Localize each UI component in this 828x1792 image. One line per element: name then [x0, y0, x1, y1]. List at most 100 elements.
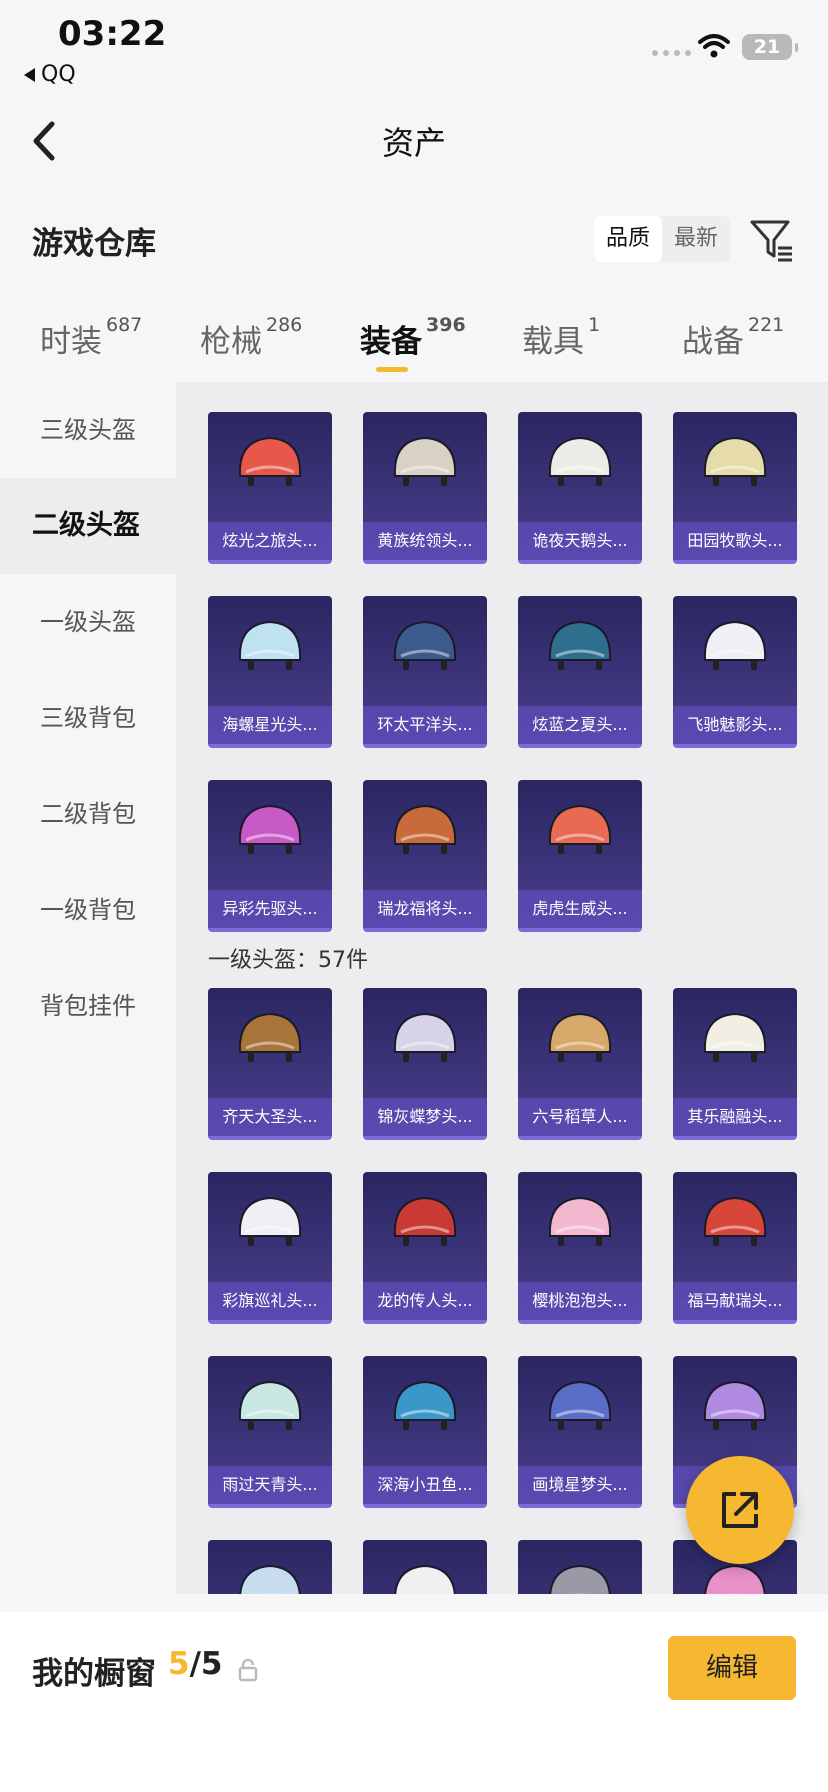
helmet-icon [393, 1380, 457, 1430]
item-card[interactable] [363, 1540, 487, 1594]
item-card[interactable]: 诡夜天鹅头... [518, 412, 642, 564]
item-card-label: 海螺星光头... [208, 706, 332, 744]
level2-helmet-grid: 炫光之旅头... 黄族统领头... 诡夜天鹅头... 田园牧歌头... 海螺星光头...… [208, 412, 820, 932]
active-tab-indicator [376, 367, 408, 372]
item-card[interactable]: 黄族统领头... [363, 412, 487, 564]
lock-icon [238, 1658, 258, 1682]
helmet-icon [548, 804, 612, 854]
showcase-title: 我的橱窗 [32, 1656, 156, 1692]
tab-gear[interactable]: 战备 221 [682, 314, 784, 361]
helmet-icon [393, 1012, 457, 1062]
item-card[interactable]: 海螺星光头... [208, 596, 332, 748]
item-card[interactable]: 锦灰蝶梦头... [363, 988, 487, 1140]
helmet-icon [393, 436, 457, 486]
item-card-label: 画境星梦头... [518, 1466, 642, 1504]
helmet-icon [238, 1380, 302, 1430]
tab-weapons[interactable]: 枪械 286 [200, 314, 302, 361]
item-card[interactable]: 飞驰魅影头... [673, 596, 797, 748]
sidebar-item-level3-backpack[interactable]: 三级背包 [0, 670, 176, 766]
sidebar-item-level3-helmet[interactable]: 三级头盔 [0, 382, 176, 478]
item-card[interactable]: 异彩先驱头... [208, 780, 332, 932]
back-to-app[interactable]: QQ [24, 62, 76, 87]
tab-equipment[interactable]: 装备 396 [360, 314, 466, 361]
item-card[interactable]: 齐天大圣头... [208, 988, 332, 1140]
sidebar-item-level2-backpack[interactable]: 二级背包 [0, 766, 176, 862]
cellular-signal-icon [652, 50, 691, 56]
helmet-icon [703, 1012, 767, 1062]
sidebar-item-backpack-charm[interactable]: 背包挂件 [0, 958, 176, 1054]
item-card[interactable]: 炫蓝之夏头... [518, 596, 642, 748]
battery-icon: 21 [742, 34, 798, 60]
sort-quality-button[interactable]: 品质 [594, 216, 662, 262]
warehouse-header: 游戏仓库 品质 最新 [0, 200, 828, 280]
item-card-label: 炫光之旅头... [208, 522, 332, 560]
item-card[interactable]: 樱桃泡泡头... [518, 1172, 642, 1324]
helmet-icon [704, 1564, 766, 1594]
item-card[interactable]: 雨过天青头... [208, 1356, 332, 1508]
item-card-label: 樱桃泡泡头... [518, 1282, 642, 1320]
item-card[interactable]: 田园牧歌头... [673, 412, 797, 564]
sort-toggle: 品质 最新 [594, 216, 730, 262]
item-card[interactable]: 瑞龙福将头... [363, 780, 487, 932]
item-card-label: 异彩先驱头... [208, 890, 332, 928]
item-content: 炫光之旅头... 黄族统领头... 诡夜天鹅头... 田园牧歌头... 海螺星光头...… [176, 382, 828, 1594]
helmet-icon [703, 620, 767, 670]
helmet-icon [548, 1380, 612, 1430]
item-card[interactable] [518, 1540, 642, 1594]
back-triangle-icon [24, 67, 35, 82]
item-card[interactable]: 虎虎生威头... [518, 780, 642, 932]
helmet-icon [239, 1564, 301, 1594]
sidebar-item-level1-backpack[interactable]: 一级背包 [0, 862, 176, 958]
item-card-label: 深海小丑鱼... [363, 1466, 487, 1504]
page-title: 资产 [381, 124, 446, 162]
level1-helmet-count-label: 一级头盔：57件 [208, 948, 368, 973]
edit-button[interactable]: 编辑 [668, 1636, 796, 1700]
showcase-bar: 我的橱窗 5/5 编辑 [0, 1612, 828, 1792]
filter-icon[interactable] [748, 216, 796, 264]
helmet-icon [548, 436, 612, 486]
item-card-label: 田园牧歌头... [673, 522, 797, 560]
item-card[interactable]: 龙的传人头... [363, 1172, 487, 1324]
warehouse-title: 游戏仓库 [32, 226, 156, 262]
helmet-icon [703, 436, 767, 486]
item-card[interactable]: 画境星梦头... [518, 1356, 642, 1508]
helmet-icon [548, 1196, 612, 1246]
item-card-label: 其乐融融头... [673, 1098, 797, 1136]
item-card-label: 黄族统领头... [363, 522, 487, 560]
item-card[interactable]: 彩旗巡礼头... [208, 1172, 332, 1324]
item-card-label: 福马献瑞头... [673, 1282, 797, 1320]
share-button[interactable] [686, 1456, 794, 1564]
item-card-label: 虎虎生威头... [518, 890, 642, 928]
sort-newest-button[interactable]: 最新 [662, 216, 730, 262]
helmet-icon [238, 804, 302, 854]
helmet-icon [393, 1196, 457, 1246]
category-tabs: 时装 687 枪械 286 装备 396 载具 1 战备 221 [0, 300, 828, 380]
item-card[interactable] [208, 1540, 332, 1594]
status-time: 03:22 [58, 14, 167, 54]
item-card-label: 龙的传人头... [363, 1282, 487, 1320]
item-card[interactable]: 其乐融融头... [673, 988, 797, 1140]
item-card[interactable]: 福马献瑞头... [673, 1172, 797, 1324]
helmet-icon [393, 804, 457, 854]
helmet-icon [703, 1380, 767, 1430]
item-card[interactable]: 深海小丑鱼... [363, 1356, 487, 1508]
item-card-label: 彩旗巡礼头... [208, 1282, 332, 1320]
wifi-icon [698, 34, 730, 58]
showcase-count: 5/5 [168, 1646, 223, 1682]
item-card-label: 雨过天青头... [208, 1466, 332, 1504]
item-card[interactable]: 炫光之旅头... [208, 412, 332, 564]
tab-fashion[interactable]: 时装 687 [40, 314, 142, 361]
helmet-icon [394, 1564, 456, 1594]
item-card-label: 六号稻草人... [518, 1098, 642, 1136]
item-card[interactable]: 六号稻草人... [518, 988, 642, 1140]
sidebar-item-level1-helmet[interactable]: 一级头盔 [0, 574, 176, 670]
tab-vehicles[interactable]: 载具 1 [522, 314, 600, 361]
helmet-icon [238, 1012, 302, 1062]
sidebar-item-level2-helmet[interactable]: 二级头盔 [0, 478, 176, 574]
helmet-icon [238, 620, 302, 670]
item-card-label: 齐天大圣头... [208, 1098, 332, 1136]
helmet-icon [548, 1012, 612, 1062]
item-card[interactable]: 环太平洋头... [363, 596, 487, 748]
back-app-label: QQ [41, 62, 76, 87]
item-card-label: 炫蓝之夏头... [518, 706, 642, 744]
